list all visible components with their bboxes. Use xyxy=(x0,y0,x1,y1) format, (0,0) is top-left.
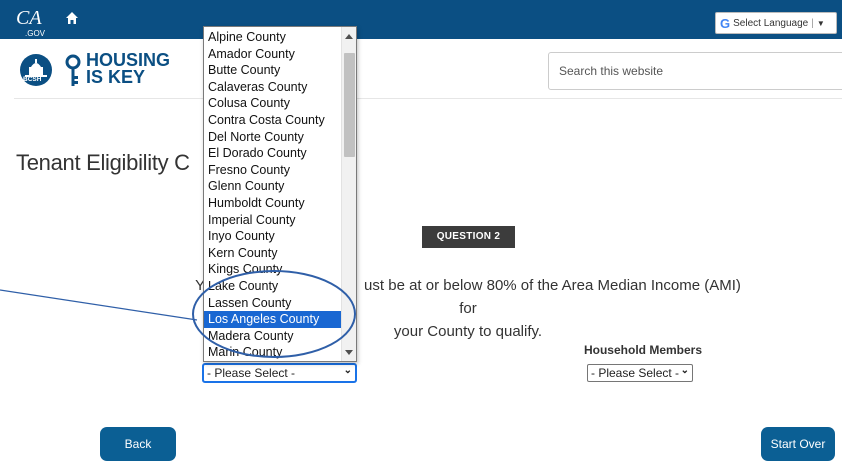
county-option[interactable]: Butte County xyxy=(204,62,342,79)
county-option[interactable]: Madera County xyxy=(204,328,342,345)
language-separator: | xyxy=(811,17,814,29)
bcsh-seal: BCSH xyxy=(20,54,52,86)
seal-label: BCSH xyxy=(23,76,42,83)
county-option[interactable]: Marin County xyxy=(204,344,342,361)
county-option[interactable]: Colusa County xyxy=(204,95,342,112)
county-option[interactable]: Del Norte County xyxy=(204,129,342,146)
county-option[interactable]: Lake County xyxy=(204,278,342,295)
header-divider xyxy=(14,98,842,99)
county-option[interactable]: Calaveras County xyxy=(204,79,342,96)
county-option[interactable]: Alpine County xyxy=(204,29,342,46)
scroll-down-arrow-icon[interactable] xyxy=(345,350,353,355)
county-option[interactable]: El Dorado County xyxy=(204,145,342,162)
chevron-down-icon: ▼ xyxy=(816,18,825,28)
county-option[interactable]: Imperial County xyxy=(204,212,342,229)
ca-gov-logo[interactable]: CA .GOV xyxy=(16,8,45,38)
back-button[interactable]: Back xyxy=(100,427,176,461)
home-icon[interactable] xyxy=(64,10,80,26)
page-title: Tenant Eligibility C xyxy=(16,150,190,175)
search-input[interactable] xyxy=(548,52,842,90)
county-option[interactable]: Glenn County xyxy=(204,178,342,195)
dropdown-scrollbar[interactable] xyxy=(341,27,356,361)
household-members-label: Household Members xyxy=(583,343,703,357)
brand-line-2: IS KEY xyxy=(86,67,146,87)
county-option[interactable]: Fresno County xyxy=(204,162,342,179)
chevron-down-icon: ⌄ xyxy=(343,365,352,376)
chevron-down-icon: ⌄ xyxy=(680,365,689,376)
county-option[interactable]: Lassen County xyxy=(204,295,342,312)
county-option[interactable]: Humboldt County xyxy=(204,195,342,212)
scroll-up-arrow-icon[interactable] xyxy=(345,34,353,39)
county-select[interactable]: - Please Select - ⌄ xyxy=(203,364,356,382)
county-option[interactable]: Kern County xyxy=(204,245,342,262)
county-option[interactable]: Kings County xyxy=(204,261,342,278)
language-label: Select Language xyxy=(733,17,809,29)
brand-text: HOUSING IS KEY xyxy=(86,51,196,87)
top-bar: CA .GOV G Select Language | ▼ xyxy=(0,0,842,39)
google-translate-icon: G xyxy=(720,15,731,31)
ca-logo-sub: .GOV xyxy=(25,29,46,38)
county-option[interactable]: Inyo County xyxy=(204,228,342,245)
question-badge: QUESTION 2 xyxy=(422,226,515,248)
county-option[interactable]: Los Angeles County xyxy=(204,311,342,328)
annotation-pointer-line xyxy=(0,289,198,321)
county-dropdown-list[interactable]: Alpine County Amador County Butte County Ca… xyxy=(203,26,357,362)
scrollbar-thumb[interactable] xyxy=(344,53,355,157)
household-select-value: - Please Select - xyxy=(591,366,680,380)
start-over-button[interactable]: Start Over xyxy=(761,427,835,461)
county-select-value: - Please Select - xyxy=(207,366,296,380)
household-members-select[interactable]: - Please Select - ⌄ xyxy=(587,364,693,382)
language-selector[interactable]: G Select Language | ▼ xyxy=(715,12,837,34)
county-option[interactable]: Amador County xyxy=(204,46,342,63)
key-icon xyxy=(65,54,81,86)
county-options: Alpine County Amador County Butte County Ca… xyxy=(204,29,342,361)
county-option[interactable]: Contra Costa County xyxy=(204,112,342,129)
question-text-mid: ust be at or below 80% of the Area Media… xyxy=(364,277,741,317)
